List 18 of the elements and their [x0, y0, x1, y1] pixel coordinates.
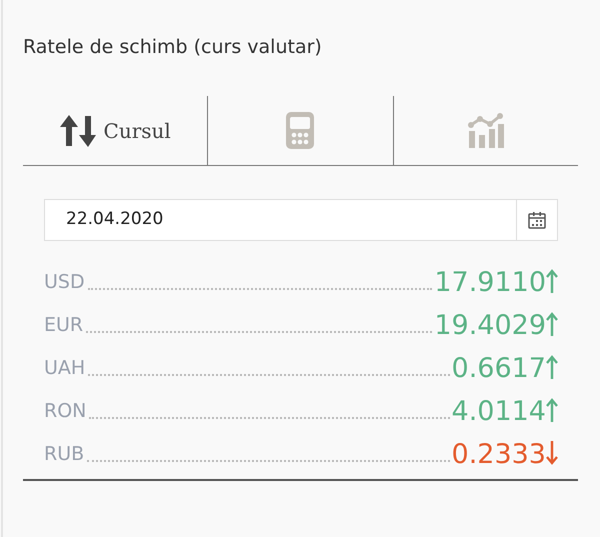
calculator-icon [286, 112, 314, 150]
widget-title: Ratele de schimb (curs valutar) [23, 35, 323, 59]
tab[interactable]: Cursul [23, 96, 208, 166]
exchange-rate: 0.6617 [452, 354, 546, 382]
exchange-rate: 17.9110 [434, 268, 546, 296]
exchange-rate: 4.0114 [452, 398, 546, 425]
calendar-icon [527, 210, 547, 230]
date-field[interactable]: 22.04.2020 [44, 198, 516, 241]
currency-code: USD [44, 272, 85, 295]
currency-code: EUR [44, 316, 84, 338]
exchange-rate: 0.2333 [452, 440, 546, 468]
up-down-arrows-icon [60, 114, 96, 147]
calendar-button[interactable] [516, 198, 558, 241]
currency-code: RUB [44, 444, 84, 467]
currency-code: UAH [44, 358, 86, 381]
exchange-rate: 19.4029 [434, 312, 546, 339]
chart-icon [468, 113, 504, 148]
currency-code: RON [44, 402, 86, 424]
